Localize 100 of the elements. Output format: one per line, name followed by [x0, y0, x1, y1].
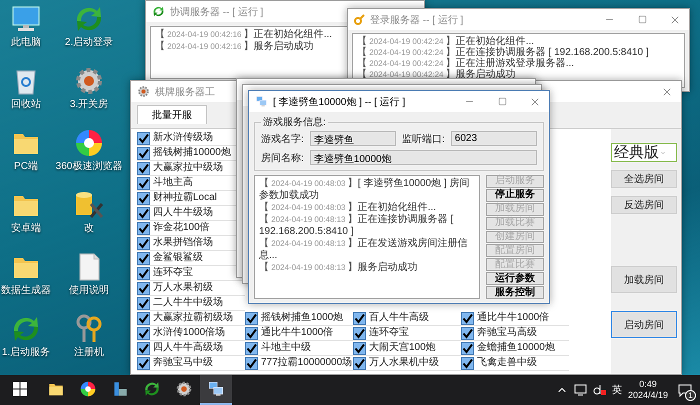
checkbox[interactable] — [353, 312, 366, 324]
icon-label[interactable]: 此电脑 — [11, 37, 41, 48]
checkbox[interactable] — [137, 266, 150, 280]
checkbox[interactable] — [353, 342, 366, 354]
colorful-circle-icon — [79, 380, 97, 398]
group-heading: 游戏服务信息: — [262, 116, 327, 129]
taskbar-app[interactable] — [200, 375, 232, 405]
checkbox[interactable] — [245, 356, 258, 370]
clock[interactable]: 0:49 2024/4/19 — [628, 379, 668, 401]
action-button[interactable]: 加载房间 — [611, 266, 677, 293]
room-name-field[interactable]: 李逵劈鱼10000炮 — [310, 150, 537, 165]
checkbox[interactable] — [353, 356, 366, 370]
room-label: 摇钱树捕10000炮 — [153, 148, 231, 158]
port-field[interactable]: 6023 — [450, 131, 537, 146]
room-label: 新水浒传级场 — [153, 133, 213, 143]
window-title: [ 李逵劈鱼10000炮 ] -- [ 运行 ] — [273, 96, 406, 108]
field-label: 游戏名字: — [261, 132, 304, 146]
room-label: 斗地主中级 — [261, 343, 311, 353]
room-label: 百人牛牛高级 — [369, 313, 429, 323]
log-line: 【 2024-04-19 00:42:24 】正在初始化组件... — [357, 36, 536, 47]
checkbox[interactable] — [461, 326, 474, 340]
icon-label[interactable]: 回收站 — [11, 99, 41, 110]
log-line: 【 2024-04-19 00:48:03 】[ 李逵劈鱼10000炮 ] 房间参数加载成功 — [259, 178, 470, 202]
log-line: 【 2024-04-19 00:48:13 】正在连接协调服务器 [ 192.168.200.5:8410 ] — [259, 214, 454, 238]
database-wrench-icon — [73, 189, 105, 221]
action-button[interactable]: 启动房间 — [611, 311, 677, 338]
log-line: 【 2024-04-19 00:42:24 】正在注册游戏登录服务器... — [357, 58, 576, 69]
icon-label[interactable]: 1.启动服务 — [2, 347, 50, 358]
checkbox[interactable] — [245, 326, 258, 340]
checkbox[interactable] — [137, 342, 150, 354]
room-label: 通比牛牛1000倍 — [261, 328, 334, 338]
game-name-field[interactable]: 李逵劈鱼 — [310, 131, 396, 146]
room-label: 万人水果机中级 — [369, 358, 439, 368]
room-label: 777拉霸10000000场 — [261, 358, 352, 368]
room-label: 大闹天宫100炮 — [369, 343, 436, 353]
field-label: 监听端口: — [402, 132, 445, 146]
icon-label[interactable]: 数据生成器 — [1, 285, 51, 296]
checkbox[interactable] — [461, 356, 474, 370]
caret-icon — [660, 150, 666, 156]
room-label: 金鲨银鲨级 — [153, 253, 203, 263]
icon-label[interactable]: 360极速浏览器 — [56, 161, 122, 172]
checkbox[interactable] — [137, 132, 150, 144]
checkbox[interactable] — [137, 252, 150, 264]
icon-label[interactable]: 使用说明 — [69, 285, 109, 296]
checkbox[interactable] — [137, 296, 150, 310]
checkbox[interactable] — [137, 206, 150, 220]
input-method-icon[interactable] — [592, 384, 606, 396]
language-indicator[interactable]: 英 — [612, 383, 622, 397]
room-label: 连环夺宝 — [153, 268, 193, 278]
room-label: 摇钱树捕鱼1000炮 — [261, 313, 344, 323]
room-label: 四人牛牛高级场 — [153, 343, 223, 353]
icon-label[interactable]: 3.开关房 — [70, 99, 108, 110]
colorful-circle-icon — [73, 127, 105, 159]
monitors-icon — [255, 95, 268, 108]
select-button[interactable]: 全选房间 — [611, 170, 677, 188]
checkbox[interactable] — [137, 326, 150, 340]
maximize-icon — [638, 15, 646, 24]
icon-label[interactable]: 改 — [84, 223, 94, 234]
room-label: 水浒传1000倍场 — [153, 328, 226, 338]
icon-label[interactable]: 注册机 — [74, 347, 104, 358]
log-line: 【 2024-04-19 00:42:16 】正在初始化组件... — [155, 29, 334, 40]
icon-label[interactable]: 安卓端 — [11, 223, 41, 234]
checkbox[interactable] — [137, 192, 150, 204]
service-button[interactable]: 服务控制 — [486, 286, 544, 300]
sync-arrows-icon — [152, 5, 165, 18]
service-button[interactable]: 运行参数 — [486, 272, 544, 286]
checkbox[interactable] — [137, 162, 150, 174]
window-title: 登录服务器 -- [ 运行 ] — [370, 14, 464, 26]
checkbox[interactable] — [137, 312, 150, 324]
checkbox[interactable] — [245, 312, 258, 324]
notification-button[interactable]: 1 — [674, 379, 696, 401]
room-label: 金蟾捕鱼10000炮 — [477, 343, 555, 353]
tab[interactable]: 批量开服 — [137, 105, 207, 124]
edition-select[interactable]: 经典版 — [611, 143, 677, 162]
checkbox[interactable] — [137, 146, 150, 160]
room-label: 奔驰宝马中级 — [153, 358, 213, 368]
checkbox[interactable] — [353, 326, 366, 340]
checkbox[interactable] — [137, 282, 150, 294]
window-title: 棋牌服务器工 — [155, 86, 216, 98]
speech-bubble-icon — [678, 384, 692, 396]
service-button[interactable]: 停止服务 — [486, 188, 544, 202]
room-label: 水果拼铛倍场 — [153, 238, 213, 248]
window-title: 协调服务器 -- [ 运行 ] — [170, 6, 264, 18]
checkbox[interactable] — [461, 312, 474, 324]
room-label: 斗地主高 — [153, 178, 193, 188]
checkbox[interactable] — [245, 342, 258, 354]
log-line: 【 2024-04-19 00:48:13 】服务启动成功 — [259, 262, 419, 274]
log-line: 【 2024-04-19 00:42:16 】服务启动成功 — [155, 41, 315, 53]
checkbox[interactable] — [137, 176, 150, 190]
checkbox[interactable] — [137, 222, 150, 234]
monitor-icon[interactable] — [574, 384, 587, 396]
checkbox[interactable] — [137, 356, 150, 370]
select-button[interactable]: 反选房间 — [611, 196, 677, 214]
room-label: 财神拉霸Local — [153, 193, 217, 203]
room-label: 连环夺宝 — [369, 328, 409, 338]
checkbox[interactable] — [461, 342, 474, 354]
icon-label[interactable]: 2.启动登录 — [64, 37, 114, 48]
checkbox[interactable] — [137, 236, 150, 250]
field-label: 房间名称: — [261, 152, 304, 164]
icon-label[interactable]: PC端 — [14, 161, 38, 172]
